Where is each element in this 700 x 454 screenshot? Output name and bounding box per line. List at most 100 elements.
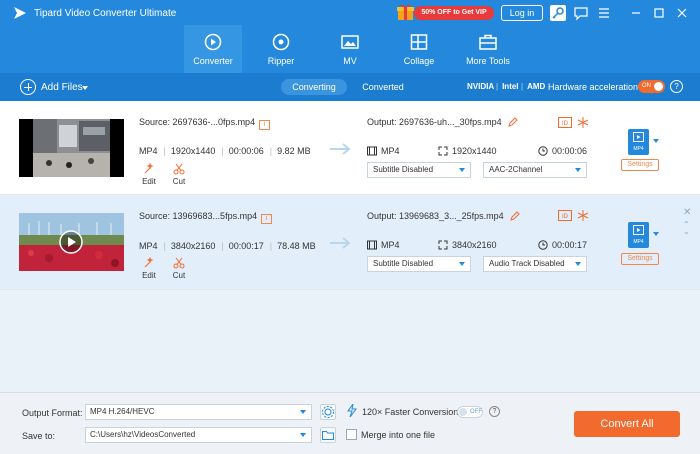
subtitle-dropdown[interactable]: Subtitle Disabled [367,162,471,178]
info-icon[interactable]: i [261,214,273,224]
cut-button[interactable]: Cut [167,257,191,280]
key-icon[interactable] [550,5,566,21]
hq-badge-icon[interactable]: ID [558,117,572,128]
output-format-dropdown[interactable]: MP4 H.264/HEVC [85,404,312,420]
audio-track-dropdown[interactable]: Audio Track Disabled [483,256,587,272]
intel-label: Intel [496,82,518,91]
app-title: Tipard Video Converter Ultimate [34,8,177,19]
chevron-down-icon [575,168,581,172]
login-button[interactable]: Log in [501,5,543,21]
chevron-down-icon[interactable] [82,86,88,90]
tab-converting[interactable]: Converting [281,79,347,95]
source-format: MP4 [139,146,158,156]
edit-button[interactable]: Edit [137,163,161,186]
svg-text:ID: ID [562,121,569,127]
output-format: MP4 [367,240,400,250]
tab-converter[interactable]: Converter [184,25,242,73]
trim-icon[interactable] [576,210,590,221]
cut-label: Cut [172,177,186,186]
minimize-icon[interactable] [628,5,644,21]
format-badge-label: MP4 [633,239,644,245]
scissors-icon [173,257,185,269]
close-icon[interactable] [674,5,690,21]
tab-ripper[interactable]: Ripper [252,25,310,73]
info-icon[interactable]: i [259,120,271,130]
cut-label: Cut [172,271,186,280]
output-filename: Output: 13969683_3..._25fps.mp4 [367,211,520,221]
source-meta: MP4 | 3840x2160 | 00:00:17 | 78.48 MB [139,241,316,251]
save-to-path-field[interactable]: C:\Users\hz\VideosConverted [85,427,312,443]
source-duration: 00:00:17 [228,241,264,251]
audio-track-dropdown[interactable]: AAC-2Channel [483,162,587,178]
chevron-down-icon[interactable] [653,139,659,143]
source-resolution: 3840x2160 [170,241,216,251]
output-format-label: Output Format: [22,408,83,418]
source-filename: Source: 2697636-...0fps.mp4 i [139,117,271,130]
scissors-icon [173,163,185,175]
tab-converted[interactable]: Converted [352,79,414,95]
file-row[interactable]: Source: 13969683...5fps.mp4 i MP4 | 3840x21… [0,196,700,290]
help-icon[interactable]: ? [489,406,500,417]
cut-button[interactable]: Cut [167,163,191,186]
video-file-icon [633,132,644,142]
chat-icon[interactable] [573,5,589,21]
merge-checkbox[interactable] [346,429,357,440]
output-format-icon[interactable]: MP4 [628,222,649,248]
magic-wand-icon [144,163,154,174]
tab-label: More Tools [466,56,510,66]
collage-icon [410,34,428,50]
subtitle-dropdown[interactable]: Subtitle Disabled [367,256,471,272]
source-format: MP4 [139,241,158,251]
source-size: 9.82 MB [277,146,311,156]
clock-icon [538,146,548,156]
tab-collage[interactable]: Collage [390,25,448,73]
open-folder-button[interactable] [320,427,336,443]
pencil-icon[interactable] [508,117,518,127]
film-icon [367,146,377,156]
video-thumbnail[interactable] [19,119,124,177]
pencil-icon[interactable] [510,211,520,221]
settings-button[interactable]: Settings [621,159,659,171]
chevron-down-icon [459,262,465,266]
mv-icon [341,35,359,49]
converter-icon [204,33,222,51]
film-icon [367,240,377,250]
format-settings-button[interactable] [320,404,336,420]
help-icon[interactable]: ? [670,80,683,93]
format-badge-label: MP4 [633,146,644,152]
file-row[interactable]: Source: 2697636-...0fps.mp4 i MP4 | 1920x14… [0,101,700,195]
amd-label: AMD [521,82,545,91]
tab-more-tools[interactable]: More Tools [459,25,517,73]
maximize-icon[interactable] [651,5,667,21]
hardware-acceleration-label: Hardware acceleration [548,82,639,92]
convert-all-button[interactable]: Convert All [574,411,680,437]
tab-label: MV [343,56,357,66]
video-file-icon [633,225,644,235]
promo-label: 50% OFF to Get VIP [414,6,494,20]
toolbox-icon [479,34,497,50]
tab-mv[interactable]: MV [321,25,379,73]
chevron-down-icon[interactable] [653,232,659,236]
gear-icon [322,406,334,418]
faster-conversion-toggle[interactable]: OFF [457,406,483,418]
folder-icon [322,431,334,440]
add-files-label: Add Files [41,82,83,93]
resize-icon [438,146,448,156]
remove-file-icon[interactable]: ✕ [683,208,691,218]
title-bar: Tipard Video Converter Ultimate 50% OFF … [0,0,700,73]
move-down-icon[interactable]: ⌄ [683,227,690,236]
trim-icon[interactable] [576,117,590,128]
hardware-acceleration-toggle[interactable]: ON [638,80,665,93]
lightning-icon [347,404,357,417]
settings-button[interactable]: Settings [621,253,659,265]
promo-banner[interactable]: 50% OFF to Get VIP [397,4,496,21]
video-thumbnail[interactable] [19,213,124,271]
edit-label: Edit [142,271,156,280]
output-format-icon[interactable]: MP4 [628,129,649,155]
add-icon [20,79,36,95]
menu-icon[interactable] [596,5,612,21]
output-resolution: 1920x1440 [438,146,497,156]
edit-button[interactable]: Edit [137,257,161,280]
hq-badge-icon[interactable]: ID [558,210,572,221]
arrow-right-icon [330,237,351,249]
